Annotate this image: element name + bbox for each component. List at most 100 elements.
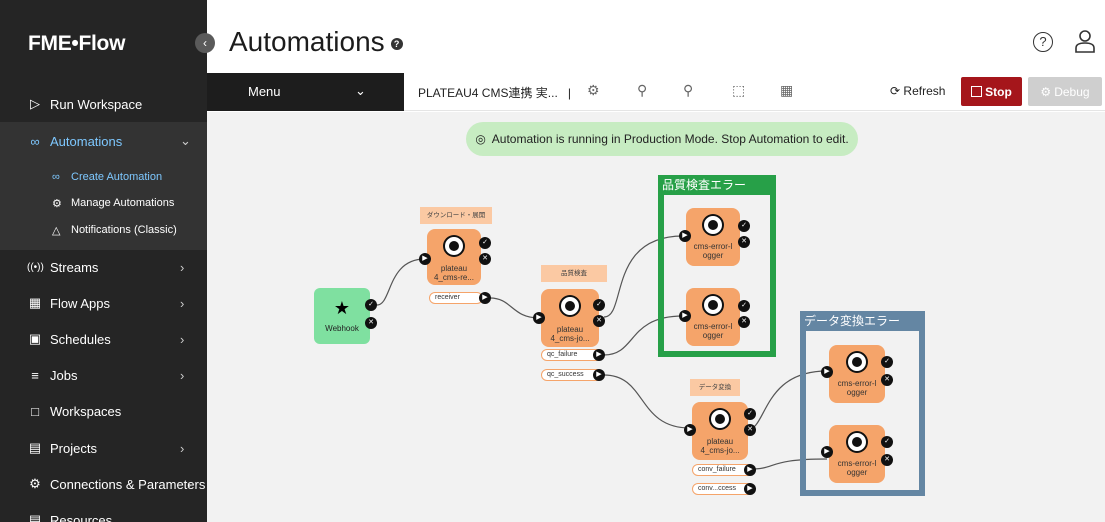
sidebar-item-jobs[interactable]: ≡ Jobs › <box>0 357 207 393</box>
input-port-icon[interactable]: ▶ <box>679 230 691 242</box>
settings-icon[interactable]: ⚙ <box>587 82 600 99</box>
automation-icon: ∞ <box>30 133 40 149</box>
target-icon <box>711 410 729 428</box>
debug-button[interactable]: ⚙ Debug <box>1028 77 1102 106</box>
production-mode-banner: ◎ Automation is running in Production Mo… <box>466 122 858 156</box>
chevron-right-icon: › <box>180 367 185 383</box>
logger-node[interactable]: cms-error-l ogger <box>829 345 885 403</box>
main-area: Automations? ? Menu ⌄ PLATEAU4 CMS連携 実..… <box>207 0 1105 522</box>
success-port-icon[interactable]: ✓ <box>744 408 756 420</box>
sidebar-item-schedules[interactable]: ▣ Schedules › <box>0 321 207 357</box>
chevron-down-icon: ⌄ <box>180 133 191 148</box>
failure-port-icon[interactable]: ✕ <box>744 424 756 436</box>
output-port-icon[interactable]: ▶ <box>744 483 756 495</box>
sidebar-subitem-manage-automations[interactable]: ⚙ Manage Automations <box>0 190 207 216</box>
failure-port-icon[interactable]: ✕ <box>479 253 491 265</box>
wire <box>489 297 540 319</box>
success-port-icon[interactable]: ✓ <box>593 299 605 311</box>
sidebar-item-projects[interactable]: ▤ Projects › <box>0 430 207 466</box>
output-port[interactable]: receiver <box>429 292 483 304</box>
refresh-button[interactable]: ⟳ Refresh <box>890 84 945 98</box>
input-port-icon[interactable]: ▶ <box>821 446 833 458</box>
list-icon: ≡ <box>31 367 39 383</box>
success-port-icon[interactable]: ✓ <box>479 237 491 249</box>
failure-port-icon[interactable]: ✕ <box>881 374 893 386</box>
collapse-sidebar-button[interactable]: ‹ <box>195 33 215 53</box>
sidebar-item-run-workspace[interactable]: ▷ Run Workspace <box>0 86 207 122</box>
sidebar-item-automations[interactable]: ∞ Automations ⌄ <box>0 123 207 159</box>
automation-icon: ◎ <box>475 132 486 146</box>
input-port-icon[interactable]: ▶ <box>684 424 696 436</box>
logger-node[interactable]: cms-error-l ogger <box>686 208 740 266</box>
briefcase-icon: ▤ <box>28 440 42 455</box>
chevron-right-icon: › <box>180 259 185 275</box>
document-icon: □ <box>31 403 39 419</box>
target-icon <box>848 353 866 371</box>
logger-node[interactable]: cms-error-l ogger <box>686 288 740 346</box>
group-title: データ変換エラー <box>800 311 925 331</box>
output-port-icon[interactable]: ▶ <box>479 292 491 304</box>
failure-port-icon[interactable]: ✕ <box>881 454 893 466</box>
target-icon <box>704 216 722 234</box>
fme-flow-logo: FME•Flow <box>28 32 126 55</box>
target-icon <box>704 296 722 314</box>
success-port-icon[interactable]: ✓ <box>881 356 893 368</box>
logger-node[interactable]: cms-error-l ogger <box>829 425 885 483</box>
wire <box>603 374 691 429</box>
bug-icon: ⚙ <box>1040 84 1052 99</box>
chevron-down-icon: ⌄ <box>355 83 366 98</box>
input-port-icon[interactable]: ▶ <box>419 253 431 265</box>
automation-canvas[interactable]: ◎ Automation is running in Production Mo… <box>207 112 1105 522</box>
workspace-node[interactable]: plateau 4_cms-re... <box>427 229 481 285</box>
output-port-icon[interactable]: ▶ <box>593 369 605 381</box>
user-icon[interactable] <box>1075 29 1095 53</box>
bell-icon: △ <box>52 224 61 237</box>
workspace-node[interactable]: plateau 4_cms-jo... <box>692 402 748 460</box>
failure-port-icon[interactable]: ✕ <box>593 315 605 327</box>
target-icon <box>561 297 579 315</box>
input-port-icon[interactable]: ▶ <box>679 310 691 322</box>
info-icon[interactable]: ? <box>390 37 403 50</box>
grid-icon[interactable]: ▦ <box>780 82 793 99</box>
stop-icon <box>971 86 983 97</box>
success-port-icon[interactable]: ✓ <box>738 220 750 232</box>
sidebar-item-label: Run Workspace <box>50 96 143 112</box>
chevron-right-icon: › <box>180 440 185 456</box>
sidebar-item-connections[interactable]: ⚙ Connections & Parameters › <box>0 466 207 502</box>
webhook-icon: ★ <box>333 298 351 318</box>
chevron-right-icon: › <box>187 476 192 492</box>
refresh-icon: ⟳ <box>890 84 901 98</box>
sidebar-subitem-notifications[interactable]: △ Notifications (Classic) <box>0 217 207 243</box>
chevron-right-icon: › <box>180 295 185 311</box>
workspace-name: PLATEAU4 CMS連携 実... | <box>418 86 571 100</box>
menu-dropdown[interactable]: Menu ⌄ <box>207 73 404 111</box>
sidebar-item-flow-apps[interactable]: ▦ Flow Apps › <box>0 285 207 321</box>
sidebar-item-streams[interactable]: ((•)) Streams › <box>0 249 207 285</box>
zoom-out-icon[interactable]: ⚲ <box>637 82 647 99</box>
play-outline-icon: ▷ <box>30 96 40 111</box>
chevron-right-icon: › <box>180 331 185 347</box>
stop-button[interactable]: Stop <box>961 77 1022 106</box>
output-port-icon[interactable]: ▶ <box>593 349 605 361</box>
sidebar-item-resources[interactable]: ▤ Resources <box>0 502 207 522</box>
input-port-icon[interactable]: ▶ <box>821 366 833 378</box>
success-port-icon[interactable]: ✓ <box>881 436 893 448</box>
input-port-icon[interactable]: ▶ <box>533 312 545 324</box>
calendar-icon: ▣ <box>28 331 42 346</box>
failure-port-icon[interactable]: ✕ <box>738 316 750 328</box>
webhook-trigger[interactable]: ★ Webhook <box>314 288 370 344</box>
failure-port-icon[interactable]: ✕ <box>365 317 377 329</box>
zoom-in-icon[interactable]: ⚲ <box>683 82 693 99</box>
help-icon[interactable]: ? <box>1033 32 1053 52</box>
apps-grid-icon: ▦ <box>28 295 42 310</box>
target-icon <box>848 433 866 451</box>
success-port-icon[interactable]: ✓ <box>738 300 750 312</box>
workspace-node[interactable]: plateau 4_cms-jo... <box>541 289 599 347</box>
success-port-icon[interactable]: ✓ <box>365 299 377 311</box>
fit-to-screen-icon[interactable]: ⬚ <box>732 82 745 99</box>
wire <box>376 258 426 306</box>
failure-port-icon[interactable]: ✕ <box>738 236 750 248</box>
sidebar-item-workspaces[interactable]: □ Workspaces <box>0 393 207 429</box>
output-port-icon[interactable]: ▶ <box>744 464 756 476</box>
sidebar-subitem-create-automation[interactable]: ∞ Create Automation <box>0 164 207 190</box>
